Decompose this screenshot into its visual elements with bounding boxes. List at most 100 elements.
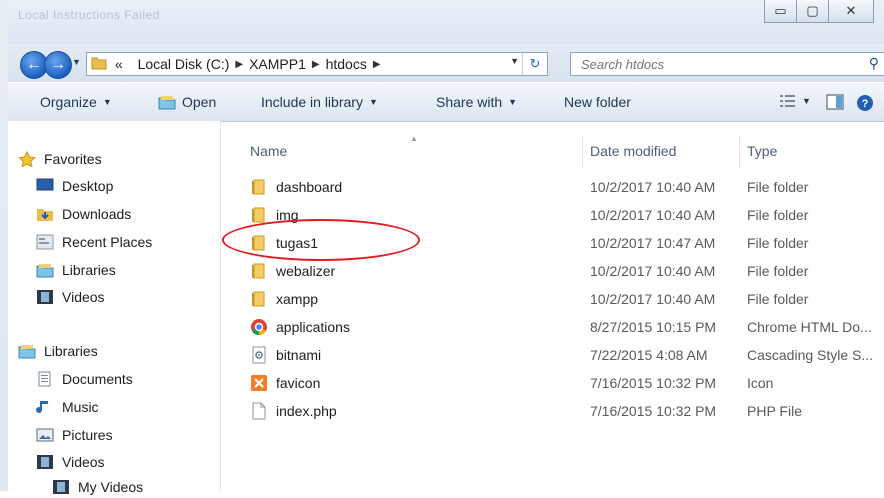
maximize-button[interactable]: ▢ <box>797 0 829 23</box>
minimize-button[interactable]: ▭ <box>764 0 797 23</box>
sidebar-item-pictures[interactable]: Pictures <box>36 427 113 443</box>
forward-arrow-icon: → <box>50 56 66 73</box>
file-date: 7/22/2015 4:08 AM <box>590 347 708 363</box>
address-dropdown-icon[interactable]: ▼ <box>510 56 519 66</box>
file-type: File folder <box>747 263 809 279</box>
column-header-type[interactable]: Type <box>747 143 777 159</box>
file-date: 8/27/2015 10:15 PM <box>590 319 717 335</box>
include-in-library-button[interactable]: Include in library ▼ <box>261 94 378 110</box>
file-row-dashboard[interactable]: dashboard 10/2/2017 10:40 AM File folder <box>222 173 884 201</box>
forward-button[interactable]: → <box>44 51 72 79</box>
documents-icon <box>36 371 56 387</box>
recent-places-icon <box>36 234 56 250</box>
new-folder-label: New folder <box>564 94 631 110</box>
sidebar-label: Libraries <box>44 343 98 359</box>
desktop-icon <box>36 178 56 194</box>
open-button[interactable]: Open <box>158 94 216 110</box>
close-button[interactable]: ✕ <box>829 0 874 23</box>
file-row-bitnami[interactable]: bitnami 7/22/2015 4:08 AM Cascading Styl… <box>222 341 884 369</box>
sidebar-item-videos-fav[interactable]: Videos <box>36 289 105 305</box>
search-input[interactable] <box>579 55 853 73</box>
star-icon <box>18 150 38 168</box>
file-row-favicon[interactable]: favicon 7/16/2015 10:32 PM Icon <box>222 369 884 397</box>
address-bar[interactable]: « Local Disk (C:) ▶ XAMPP1 ▶ htdocs ▶ ▼ … <box>86 52 548 76</box>
file-date: 10/2/2017 10:40 AM <box>590 207 716 223</box>
videos-icon <box>52 479 72 495</box>
chevron-right-icon[interactable]: ▶ <box>373 59 381 70</box>
sidebar-label: Libraries <box>62 262 116 278</box>
file-type: Chrome HTML Do... <box>747 319 872 335</box>
file-row-index-php[interactable]: index.php 7/16/2015 10:32 PM PHP File <box>222 397 884 425</box>
sidebar-item-documents[interactable]: Documents <box>36 371 133 387</box>
file-row-applications[interactable]: applications 8/27/2015 10:15 PM Chrome H… <box>222 313 884 341</box>
breadcrumb-local-disk[interactable]: Local Disk (C:) <box>138 56 230 72</box>
xampp-icon <box>250 374 268 392</box>
file-name: favicon <box>276 375 321 391</box>
open-label: Open <box>182 94 217 110</box>
sidebar-item-videos-lib[interactable]: Videos <box>36 454 105 470</box>
breadcrumb-overflow[interactable]: « <box>115 56 123 72</box>
view-options-button[interactable]: ▼ <box>780 94 811 108</box>
css-file-icon <box>250 346 268 364</box>
sidebar-item-libraries-fav[interactable]: Libraries <box>36 262 116 278</box>
file-type: File folder <box>747 291 809 307</box>
chevron-right-icon[interactable]: ▶ <box>235 59 243 70</box>
sidebar-label: Desktop <box>62 178 114 194</box>
sidebar-item-downloads[interactable]: Downloads <box>36 206 131 222</box>
file-type: File folder <box>747 179 809 195</box>
sort-caret-icon: ▲ <box>410 134 418 143</box>
file-name: xampp <box>276 291 319 307</box>
breadcrumb-htdocs[interactable]: htdocs <box>326 56 367 72</box>
sidebar-item-desktop[interactable]: Desktop <box>36 178 113 194</box>
file-row-xampp[interactable]: xampp 10/2/2017 10:40 AM File folder <box>222 285 884 313</box>
new-folder-button[interactable]: New folder <box>564 94 631 110</box>
breadcrumb: « Local Disk (C:) ▶ XAMPP1 ▶ htdocs ▶ <box>115 56 387 72</box>
file-type: File folder <box>747 235 809 251</box>
breadcrumb-xampp1[interactable]: XAMPP1 <box>249 56 306 72</box>
preview-pane-icon <box>826 94 844 110</box>
libraries-icon <box>18 343 38 359</box>
folder-icon <box>250 206 268 224</box>
libraries-icon <box>36 262 56 278</box>
highlight-annotation-circle <box>222 219 420 261</box>
sidebar-item-my-videos[interactable]: My Videos <box>52 479 143 495</box>
pane-divider[interactable] <box>220 121 221 491</box>
column-header-date[interactable]: Date modified <box>590 143 676 159</box>
include-in-library-label: Include in library <box>261 94 363 110</box>
file-name: webalizer <box>276 263 336 279</box>
chevron-down-icon: ▼ <box>368 97 378 107</box>
organize-button[interactable]: Organize ▼ <box>40 94 112 110</box>
share-with-button[interactable]: Share with ▼ <box>436 94 517 110</box>
chevron-right-icon[interactable]: ▶ <box>312 59 320 70</box>
help-button[interactable]: ? <box>856 94 874 112</box>
file-name: index.php <box>276 403 337 419</box>
refresh-icon[interactable]: ↻ <box>522 53 547 75</box>
sidebar-label: Favorites <box>44 151 102 167</box>
file-type: PHP File <box>747 403 802 419</box>
videos-icon <box>36 289 56 305</box>
sidebar-label: My Videos <box>78 479 144 495</box>
blank-file-icon <box>250 402 268 420</box>
sidebar-item-music[interactable]: Music <box>36 399 99 415</box>
breadcrumb-separator-icon <box>129 59 132 70</box>
column-header-name[interactable]: Name <box>250 143 287 159</box>
chevron-down-icon: ▼ <box>802 96 811 106</box>
search-icon[interactable]: ⚲ <box>869 55 879 72</box>
downloads-icon <box>36 206 56 222</box>
column-divider[interactable] <box>739 135 740 167</box>
sidebar-item-recent-places[interactable]: Recent Places <box>36 234 152 250</box>
sidebar-favorites-header[interactable]: Favorites <box>18 150 102 168</box>
recent-pages-dropdown-icon[interactable]: ▼ <box>72 57 81 67</box>
navigation-bar: ← → ▼ « Local Disk (C:) ▶ XAMPP1 ▶ htdoc… <box>8 44 884 82</box>
organize-label: Organize <box>40 94 97 110</box>
column-divider[interactable] <box>582 135 583 167</box>
search-box[interactable]: ⚲ <box>570 52 884 76</box>
preview-pane-button[interactable] <box>826 94 844 110</box>
share-with-label: Share with <box>436 94 503 110</box>
chevron-down-icon: ▼ <box>102 97 112 107</box>
file-list: ▲ Name Date modified Type dashboard 10/2… <box>222 121 884 491</box>
sidebar-label: Recent Places <box>62 234 153 250</box>
pictures-icon <box>36 427 56 443</box>
file-row-webalizer[interactable]: webalizer 10/2/2017 10:40 AM File folder <box>222 257 884 285</box>
sidebar-libraries-header[interactable]: Libraries <box>18 343 98 359</box>
